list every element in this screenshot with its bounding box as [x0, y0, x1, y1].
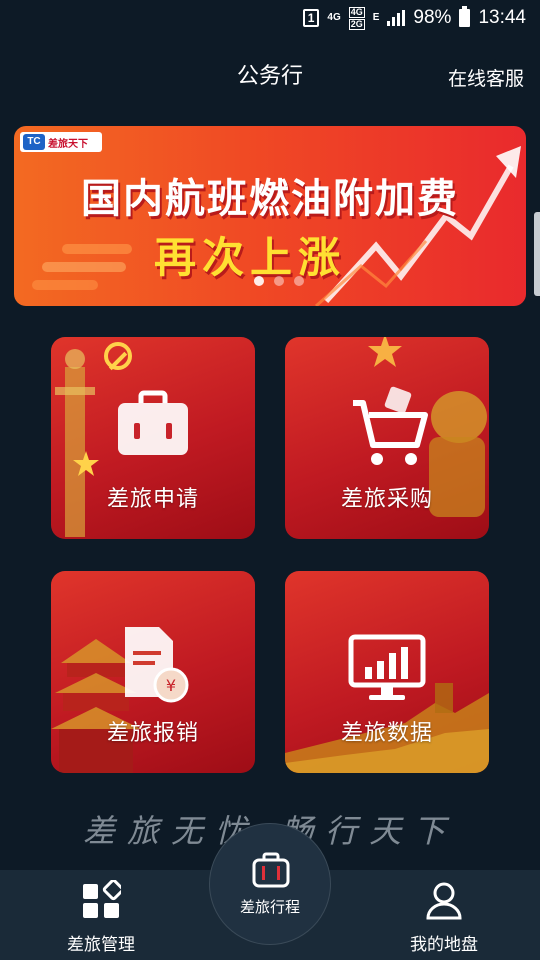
suitcase-icon — [252, 852, 290, 888]
app-header: 公务行 在线客服 — [0, 52, 540, 92]
status-bar: 1 4G 4G 2G E 98% 13:44 — [0, 0, 540, 36]
nav-label: 差旅管理 — [67, 935, 135, 955]
party-emblem-decoration — [104, 342, 132, 371]
tile-travel-data[interactable]: 差旅数据 — [285, 571, 489, 773]
receipt-yuan-icon: ¥ — [125, 627, 189, 703]
star-decoration — [73, 451, 99, 476]
carousel-indicator — [254, 276, 304, 286]
nav-my-space[interactable]: 我的地盘 — [394, 880, 494, 955]
briefcase-icon — [118, 390, 188, 455]
carousel-dot[interactable] — [274, 276, 284, 286]
nav-center-label: 差旅行程 — [239, 898, 300, 916]
tile-label: 差旅申请 — [106, 487, 199, 512]
battery-icon — [459, 6, 471, 27]
carousel-dot[interactable] — [294, 276, 304, 286]
banner-stripes-decoration — [32, 244, 132, 290]
bar-chart-monitor-icon — [348, 634, 426, 700]
nav-travel-management[interactable]: 差旅管理 — [56, 879, 146, 955]
shopping-cart-icon — [353, 386, 428, 465]
banner-subheadline: 再次上涨 — [154, 233, 347, 282]
online-service-link[interactable]: 在线客服 — [448, 64, 524, 91]
banner-headline: 国内航班燃油附加费 — [81, 176, 459, 222]
network-4g-indicator: 4G — [327, 12, 341, 23]
tile-travel-application[interactable]: 差旅申请 — [51, 337, 255, 539]
tile-label: 差旅采购 — [340, 487, 433, 512]
edge-panel-handle[interactable] — [534, 212, 540, 296]
tile-label: 差旅报销 — [106, 721, 199, 746]
battery-percent: 98% — [413, 7, 452, 28]
tile-travel-reimbursement[interactable]: ¥ 差旅报销 — [51, 571, 255, 773]
banner-logo: TC 差旅天下 — [20, 132, 102, 152]
network-dual-indicator: 4G 2G — [348, 6, 365, 30]
signal-icon — [387, 10, 406, 26]
logo-text: 差旅天下 — [48, 138, 88, 150]
data-indicator: E — [372, 12, 380, 23]
tile-travel-purchase[interactable]: 差旅采购 — [285, 337, 489, 539]
tile-label: 差旅数据 — [340, 721, 433, 746]
carousel-dot[interactable] — [254, 276, 264, 286]
logo-mark: TC — [23, 134, 45, 150]
clock: 13:44 — [478, 7, 526, 28]
svg-text:¥: ¥ — [166, 676, 176, 695]
star-decoration — [368, 337, 402, 367]
user-icon — [426, 882, 462, 920]
sim-indicator: 1 — [302, 9, 320, 27]
grid-apps-icon — [83, 879, 124, 918]
nav-travel-itinerary[interactable]: 差旅行程 — [209, 823, 331, 945]
nav-label: 我的地盘 — [410, 935, 478, 955]
promo-banner[interactable]: TC 差旅天下 国内航班燃油附加费 再次上涨 — [14, 126, 526, 306]
